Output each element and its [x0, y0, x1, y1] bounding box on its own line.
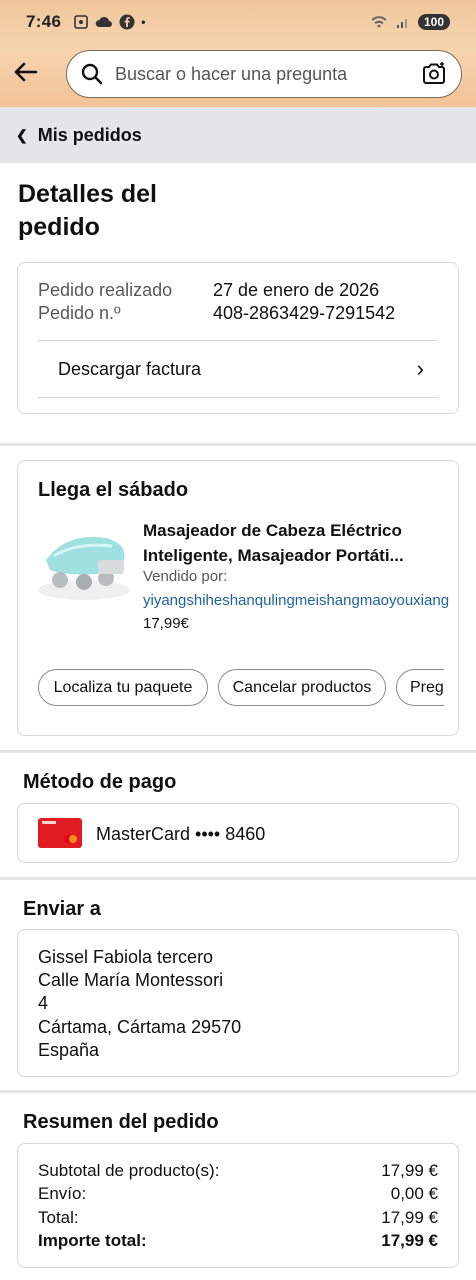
wifi-icon: [371, 16, 387, 28]
address-line: Cártama, Cártama 29570: [38, 1017, 242, 1037]
summary-row-label: Envío:: [38, 1184, 87, 1203]
search-icon: [81, 63, 103, 85]
address-line: Calle María Montessori: [38, 970, 224, 990]
summary-row-value: 0,00 €: [390, 1184, 438, 1203]
summary-row-value: 17,99 €: [381, 1208, 438, 1227]
signal-icon: [396, 19, 407, 28]
app-header: 7:46 • 100 Buscar o hacer una pregunta: [0, 0, 476, 107]
notification-icons: •: [73, 14, 145, 30]
download-invoice-row[interactable]: Descargar factura ›: [38, 340, 438, 398]
chevron-right-icon: ›: [416, 356, 424, 381]
battery-indicator: 100: [417, 14, 450, 30]
product-title-line2[interactable]: Inteligente, Masajeador Portáti...: [143, 543, 463, 568]
sold-by-label: Vendido por:: [143, 568, 228, 585]
download-invoice-label: Descargar factura: [58, 358, 202, 379]
section-divider: [0, 443, 476, 446]
product-title[interactable]: Masajeador de Cabeza Eléctrico Inteligen…: [143, 518, 463, 568]
payment-card-text: MasterCard •••• 8460: [96, 824, 266, 844]
summary-total-value: 17,99 €: [381, 1231, 438, 1250]
summary-total-label: Importe total:: [38, 1231, 147, 1250]
breadcrumb-label[interactable]: Mis pedidos: [38, 125, 142, 146]
track-package-button[interactable]: Localiza tu paquete: [38, 669, 208, 706]
summary-row-label: Subtotal de producto(s):: [38, 1161, 220, 1180]
page-title: Detalles del pedido: [18, 180, 157, 241]
shipment-heading: Llega el sábado: [38, 479, 189, 501]
back-arrow-icon[interactable]: [12, 58, 40, 86]
search-input[interactable]: Buscar o hacer una pregunta: [115, 64, 421, 85]
product-title-line1[interactable]: Masajeador de Cabeza Eléctrico: [143, 518, 463, 543]
search-bar[interactable]: Buscar o hacer una pregunta: [66, 50, 462, 98]
product-image[interactable]: [36, 520, 132, 606]
status-right: 100: [370, 14, 450, 30]
payment-heading: Método de pago: [23, 771, 177, 793]
facebook-icon: [119, 14, 135, 30]
summary-row-value: 17,99 €: [381, 1161, 438, 1180]
order-placed-value: 27 de enero de 2026: [213, 280, 380, 300]
chevron-left-icon: ❮: [16, 126, 28, 143]
order-number-value: 408-2863429-7291542: [213, 303, 396, 323]
product-price: 17,99€: [143, 615, 189, 632]
dot-icon: •: [141, 15, 146, 29]
cloud-icon: [95, 16, 113, 27]
summary-row-label: Total:: [38, 1208, 79, 1227]
status-bar: 7:46 • 100: [0, 0, 476, 44]
status-time: 7:46: [26, 12, 62, 31]
order-placed-label: Pedido realizado: [38, 280, 173, 300]
breadcrumb[interactable]: ❮ Mis pedidos: [0, 107, 476, 163]
seller-link[interactable]: yiyangshiheshanqulingmeishangmaoyouxiang: [143, 592, 476, 609]
camera-search-icon[interactable]: [421, 61, 447, 87]
section-divider: [0, 877, 476, 880]
order-number-label: Pedido n.º: [38, 303, 121, 323]
address-line: Gissel Fabiola tercero: [38, 947, 214, 967]
section-divider: [0, 750, 476, 753]
cancel-items-button[interactable]: Preg: [396, 669, 444, 706]
shipping-heading: Enviar a: [23, 898, 101, 920]
mastercard-icon: [38, 818, 82, 848]
address-line: España: [38, 1040, 100, 1060]
cancel-products-button[interactable]: Cancelar productos: [218, 669, 386, 706]
summary-heading: Resumen del pedido: [23, 1111, 219, 1133]
section-divider: [0, 1090, 476, 1093]
address-line: 4: [38, 993, 49, 1013]
screenshot-icon: [74, 15, 89, 29]
